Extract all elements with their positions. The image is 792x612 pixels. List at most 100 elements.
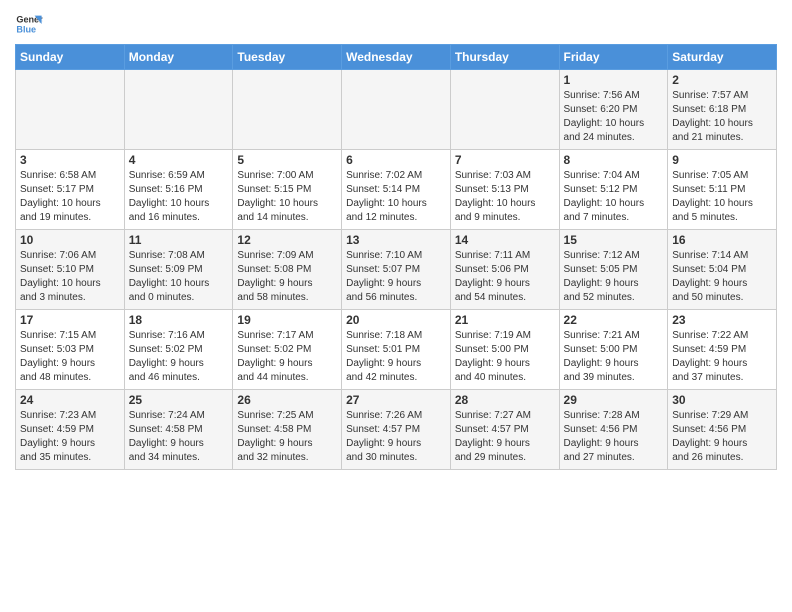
calendar-cell: 27 Sunrise: 7:26 AM Sunset: 4:57 PM Dayli…	[342, 390, 451, 470]
calendar-cell: 12 Sunrise: 7:09 AM Sunset: 5:08 PM Dayli…	[233, 230, 342, 310]
day-number: 27	[346, 393, 446, 407]
calendar-cell	[16, 70, 125, 150]
day-number: 15	[564, 233, 664, 247]
calendar-cell: 16 Sunrise: 7:14 AM Sunset: 5:04 PM Dayli…	[668, 230, 777, 310]
logo: General Blue	[15, 10, 43, 38]
day-number: 7	[455, 153, 555, 167]
day-number: 19	[237, 313, 337, 327]
day-info: Sunrise: 7:05 AM Sunset: 5:11 PM Dayligh…	[672, 169, 772, 225]
day-number: 20	[346, 313, 446, 327]
weekday-header: Sunday	[16, 45, 125, 70]
day-info: Sunrise: 7:11 AM Sunset: 5:06 PM Dayligh…	[455, 249, 555, 305]
day-info: Sunrise: 7:10 AM Sunset: 5:07 PM Dayligh…	[346, 249, 446, 305]
day-info: Sunrise: 6:59 AM Sunset: 5:16 PM Dayligh…	[129, 169, 229, 225]
day-info: Sunrise: 7:19 AM Sunset: 5:00 PM Dayligh…	[455, 329, 555, 385]
day-info: Sunrise: 7:16 AM Sunset: 5:02 PM Dayligh…	[129, 329, 229, 385]
svg-text:Blue: Blue	[16, 24, 36, 34]
calendar-cell: 20 Sunrise: 7:18 AM Sunset: 5:01 PM Dayli…	[342, 310, 451, 390]
day-number: 5	[237, 153, 337, 167]
day-info: Sunrise: 7:27 AM Sunset: 4:57 PM Dayligh…	[455, 409, 555, 465]
calendar-cell: 7 Sunrise: 7:03 AM Sunset: 5:13 PM Daylig…	[450, 150, 559, 230]
calendar-cell	[450, 70, 559, 150]
day-info: Sunrise: 7:18 AM Sunset: 5:01 PM Dayligh…	[346, 329, 446, 385]
day-number: 18	[129, 313, 229, 327]
day-number: 29	[564, 393, 664, 407]
day-number: 30	[672, 393, 772, 407]
day-info: Sunrise: 7:03 AM Sunset: 5:13 PM Dayligh…	[455, 169, 555, 225]
day-number: 24	[20, 393, 120, 407]
calendar-cell: 17 Sunrise: 7:15 AM Sunset: 5:03 PM Dayli…	[16, 310, 125, 390]
calendar-cell: 24 Sunrise: 7:23 AM Sunset: 4:59 PM Dayli…	[16, 390, 125, 470]
day-number: 17	[20, 313, 120, 327]
calendar-cell: 6 Sunrise: 7:02 AM Sunset: 5:14 PM Daylig…	[342, 150, 451, 230]
day-number: 3	[20, 153, 120, 167]
calendar-cell: 26 Sunrise: 7:25 AM Sunset: 4:58 PM Dayli…	[233, 390, 342, 470]
day-number: 12	[237, 233, 337, 247]
day-info: Sunrise: 7:22 AM Sunset: 4:59 PM Dayligh…	[672, 329, 772, 385]
calendar-cell: 11 Sunrise: 7:08 AM Sunset: 5:09 PM Dayli…	[124, 230, 233, 310]
day-info: Sunrise: 6:58 AM Sunset: 5:17 PM Dayligh…	[20, 169, 120, 225]
calendar-cell: 19 Sunrise: 7:17 AM Sunset: 5:02 PM Dayli…	[233, 310, 342, 390]
day-number: 13	[346, 233, 446, 247]
day-number: 26	[237, 393, 337, 407]
calendar-cell: 28 Sunrise: 7:27 AM Sunset: 4:57 PM Dayli…	[450, 390, 559, 470]
calendar-cell: 1 Sunrise: 7:56 AM Sunset: 6:20 PM Daylig…	[559, 70, 668, 150]
day-info: Sunrise: 7:00 AM Sunset: 5:15 PM Dayligh…	[237, 169, 337, 225]
calendar-week-row: 24 Sunrise: 7:23 AM Sunset: 4:59 PM Dayli…	[16, 390, 777, 470]
day-number: 22	[564, 313, 664, 327]
calendar-cell: 10Sunrise: 7:06 AM Sunset: 5:10 PM Dayli…	[16, 230, 125, 310]
logo-icon: General Blue	[15, 10, 43, 38]
day-info: Sunrise: 7:17 AM Sunset: 5:02 PM Dayligh…	[237, 329, 337, 385]
calendar-cell: 3 Sunrise: 6:58 AM Sunset: 5:17 PM Daylig…	[16, 150, 125, 230]
day-info: Sunrise: 7:24 AM Sunset: 4:58 PM Dayligh…	[129, 409, 229, 465]
day-info: Sunrise: 7:57 AM Sunset: 6:18 PM Dayligh…	[672, 89, 772, 145]
day-number: 6	[346, 153, 446, 167]
calendar-cell: 23 Sunrise: 7:22 AM Sunset: 4:59 PM Dayli…	[668, 310, 777, 390]
day-number: 21	[455, 313, 555, 327]
day-info: Sunrise: 7:09 AM Sunset: 5:08 PM Dayligh…	[237, 249, 337, 305]
day-info: Sunrise: 7:12 AM Sunset: 5:05 PM Dayligh…	[564, 249, 664, 305]
calendar-cell: 4Sunrise: 6:59 AM Sunset: 5:16 PM Daylig…	[124, 150, 233, 230]
calendar-cell: 14Sunrise: 7:11 AM Sunset: 5:06 PM Dayli…	[450, 230, 559, 310]
calendar-cell: 2 Sunrise: 7:57 AM Sunset: 6:18 PM Daylig…	[668, 70, 777, 150]
day-number: 8	[564, 153, 664, 167]
calendar-cell: 18 Sunrise: 7:16 AM Sunset: 5:02 PM Dayli…	[124, 310, 233, 390]
day-info: Sunrise: 7:28 AM Sunset: 4:56 PM Dayligh…	[564, 409, 664, 465]
calendar-cell: 13 Sunrise: 7:10 AM Sunset: 5:07 PM Dayli…	[342, 230, 451, 310]
header: General Blue	[15, 10, 777, 38]
day-info: Sunrise: 7:56 AM Sunset: 6:20 PM Dayligh…	[564, 89, 664, 145]
calendar-week-row: 3 Sunrise: 6:58 AM Sunset: 5:17 PM Daylig…	[16, 150, 777, 230]
calendar-cell: 21 Sunrise: 7:19 AM Sunset: 5:00 PM Dayli…	[450, 310, 559, 390]
calendar-cell: 5 Sunrise: 7:00 AM Sunset: 5:15 PM Daylig…	[233, 150, 342, 230]
calendar-cell: 30Sunrise: 7:29 AM Sunset: 4:56 PM Dayli…	[668, 390, 777, 470]
day-number: 1	[564, 73, 664, 87]
weekday-header: Friday	[559, 45, 668, 70]
calendar-cell	[233, 70, 342, 150]
day-number: 9	[672, 153, 772, 167]
day-info: Sunrise: 7:14 AM Sunset: 5:04 PM Dayligh…	[672, 249, 772, 305]
calendar-table: SundayMondayTuesdayWednesdayThursdayFrid…	[15, 44, 777, 470]
day-number: 11	[129, 233, 229, 247]
day-info: Sunrise: 7:02 AM Sunset: 5:14 PM Dayligh…	[346, 169, 446, 225]
day-info: Sunrise: 7:23 AM Sunset: 4:59 PM Dayligh…	[20, 409, 120, 465]
weekday-header: Wednesday	[342, 45, 451, 70]
calendar-cell: 29 Sunrise: 7:28 AM Sunset: 4:56 PM Dayli…	[559, 390, 668, 470]
day-number: 23	[672, 313, 772, 327]
calendar-cell: 22Sunrise: 7:21 AM Sunset: 5:00 PM Dayli…	[559, 310, 668, 390]
calendar-cell	[342, 70, 451, 150]
day-info: Sunrise: 7:25 AM Sunset: 4:58 PM Dayligh…	[237, 409, 337, 465]
day-info: Sunrise: 7:15 AM Sunset: 5:03 PM Dayligh…	[20, 329, 120, 385]
weekday-header: Tuesday	[233, 45, 342, 70]
page-container: General Blue SundayMondayTuesdayWednesda…	[0, 0, 792, 480]
day-number: 28	[455, 393, 555, 407]
day-number: 2	[672, 73, 772, 87]
weekday-header: Monday	[124, 45, 233, 70]
calendar-cell: 15 Sunrise: 7:12 AM Sunset: 5:05 PM Dayli…	[559, 230, 668, 310]
day-info: Sunrise: 7:04 AM Sunset: 5:12 PM Dayligh…	[564, 169, 664, 225]
day-info: Sunrise: 7:08 AM Sunset: 5:09 PM Dayligh…	[129, 249, 229, 305]
day-number: 16	[672, 233, 772, 247]
day-info: Sunrise: 7:26 AM Sunset: 4:57 PM Dayligh…	[346, 409, 446, 465]
calendar-cell	[124, 70, 233, 150]
day-info: Sunrise: 7:06 AM Sunset: 5:10 PM Dayligh…	[20, 249, 120, 305]
calendar-week-row: 17 Sunrise: 7:15 AM Sunset: 5:03 PM Dayli…	[16, 310, 777, 390]
